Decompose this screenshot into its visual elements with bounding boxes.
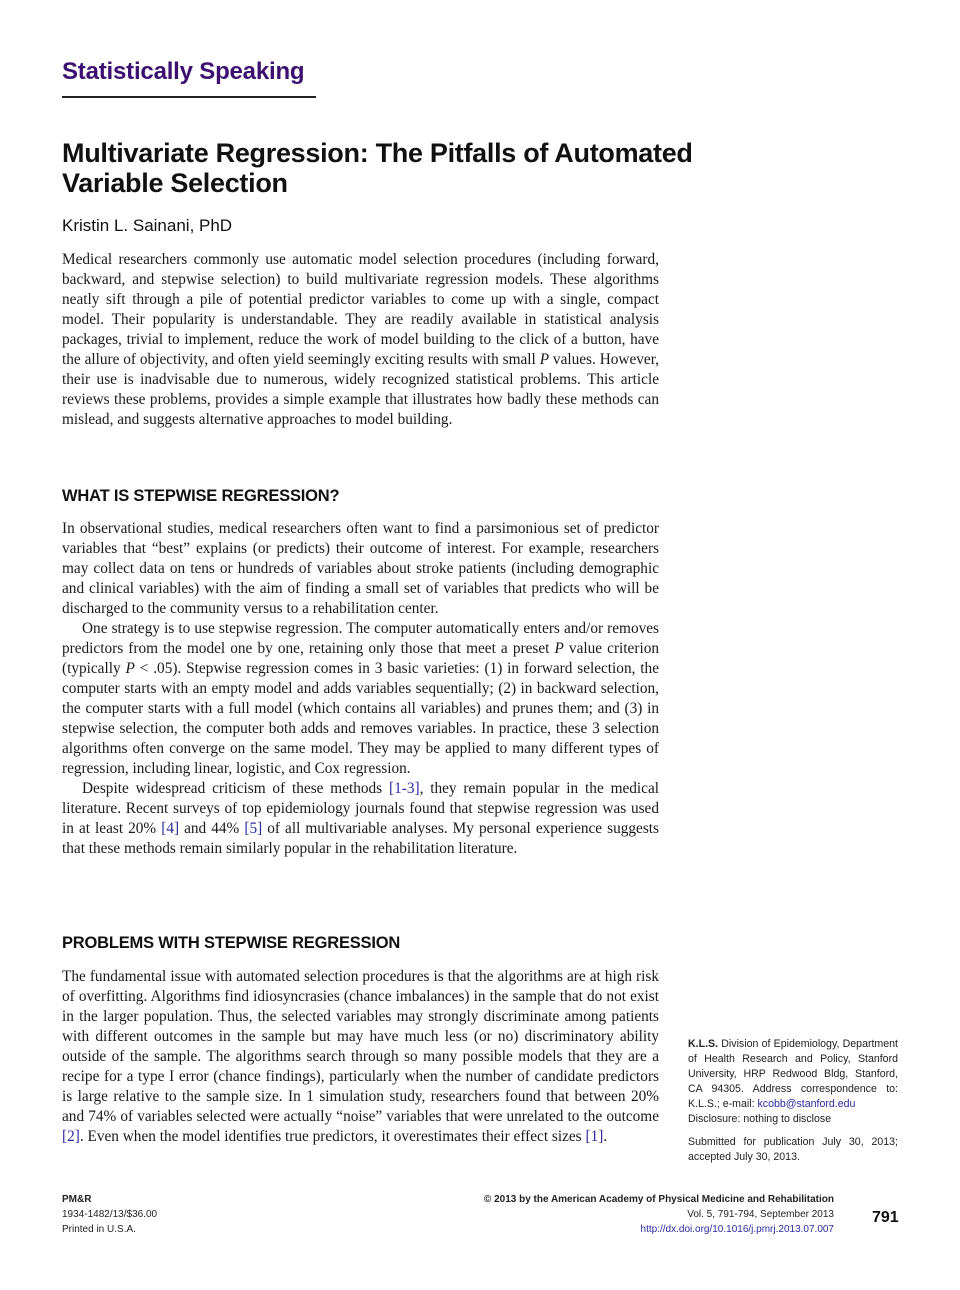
email-link[interactable]: kcobb@stanford.edu [757, 1098, 855, 1110]
section-what-is-stepwise-body: In observational studies, medical resear… [62, 519, 659, 859]
section-heading: PROBLEMS WITH STEPWISE REGRESSION [62, 934, 401, 952]
printed-in: Printed in U.S.A. [62, 1224, 136, 1235]
submission-dates: Submitted for publication July 30, 2013;… [688, 1136, 898, 1163]
section-divider [62, 96, 316, 98]
volume-info: Vol. 5, 791-794, September 2013 [687, 1209, 834, 1220]
page-number: 791 [872, 1209, 899, 1226]
citation-link[interactable]: [5] [244, 820, 262, 837]
citation-link[interactable]: [1-3] [389, 780, 420, 797]
section-heading: WHAT IS STEPWISE REGRESSION? [62, 487, 340, 505]
article-author: Kristin L. Sainani, PhD [62, 216, 233, 235]
footer-publication-info: © 2013 by the American Academy of Physic… [400, 1192, 834, 1237]
affiliation-text: K.L.S. Division of Epidemiology, Departm… [688, 1038, 898, 1110]
doi-link[interactable]: http://dx.doi.org/10.1016/j.pmrj.2013.07… [641, 1224, 834, 1235]
section-problems: PROBLEMS WITH STEPWISE REGRESSION [62, 934, 659, 953]
footer-journal-info: PM&R 1934-1482/13/$36.00 Printed in U.S.… [62, 1192, 157, 1237]
abstract-text: Medical researchers commonly use automat… [62, 251, 659, 428]
section-what-is-stepwise: WHAT IS STEPWISE REGRESSION? [62, 487, 659, 506]
paragraph: In observational studies, medical resear… [62, 520, 659, 617]
copyright: © 2013 by the American Academy of Physic… [483, 1194, 834, 1205]
citation-link[interactable]: [2] [62, 1128, 80, 1145]
article-title: Multivariate Regression: The Pitfalls of… [62, 138, 693, 198]
section-label: Statistically Speaking [62, 58, 305, 85]
journal-name: PM&R [62, 1194, 92, 1205]
issn: 1934-1482/13/$36.00 [62, 1209, 158, 1220]
disclosure: Disclosure: nothing to disclose [688, 1113, 832, 1125]
citation-link[interactable]: [4] [161, 820, 179, 837]
section-problems-body: The fundamental issue with automated sel… [62, 967, 659, 1147]
author-affiliation: K.L.S. Division of Epidemiology, Departm… [688, 1037, 898, 1165]
citation-link[interactable]: [1] [585, 1128, 603, 1145]
paragraph: One strategy is to use stepwise regressi… [62, 620, 659, 777]
abstract: Medical researchers commonly use automat… [62, 250, 659, 430]
paragraph: Despite widespread criticism of these me… [62, 780, 659, 857]
paragraph: The fundamental issue with automated sel… [62, 968, 659, 1145]
